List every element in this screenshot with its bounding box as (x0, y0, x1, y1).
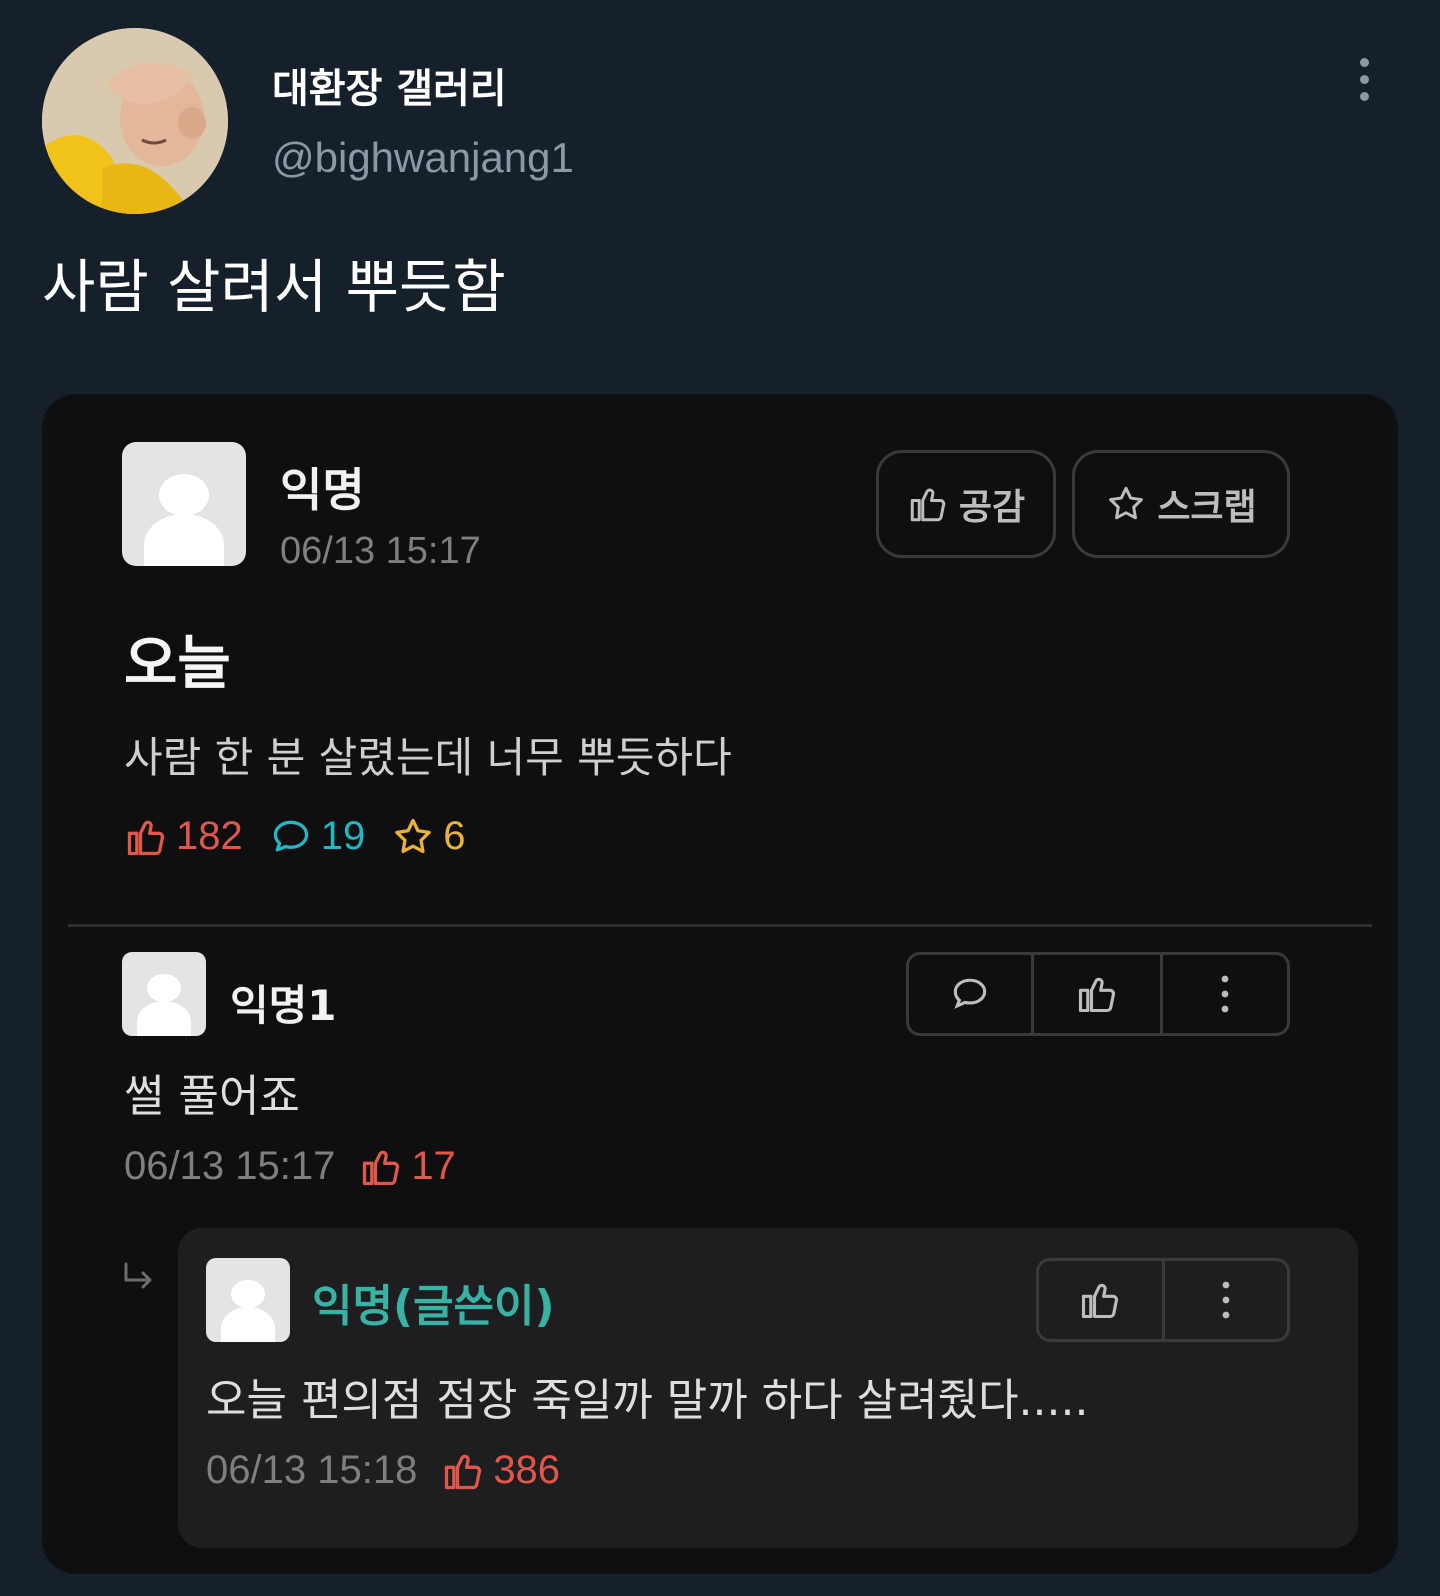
reply-meta: 06/13 15:18 386 (206, 1448, 560, 1493)
comment-date: 06/13 15:17 (124, 1144, 336, 1188)
comment-action-bar (906, 952, 1290, 1036)
tweet-text: 사람 살려서 뿌듯함 (42, 253, 506, 321)
more-vertical-icon[interactable] (1352, 58, 1376, 108)
like-button-label: 공감 (958, 487, 1026, 528)
reply-author-avatar (206, 1258, 290, 1342)
reply-author: 익명(글쓴이) (312, 1281, 555, 1332)
star-icon (395, 818, 432, 853)
thumbs-up-icon (445, 1454, 482, 1489)
user-handle[interactable]: @bighwanjang1 (272, 134, 574, 182)
reply-action-bar (1036, 1258, 1290, 1342)
reply-comment: 익명(글쓴이) 오늘 편의점 점장 죽일까 말까 하다 살려줬다..... 06… (178, 1228, 1358, 1548)
reply-like-button[interactable] (1039, 1261, 1162, 1339)
post-date: 06/13 15:17 (280, 530, 481, 572)
comment-more-button[interactable] (1160, 955, 1287, 1033)
embedded-post-card[interactable]: 익명 06/13 15:17 공감 스크랩 오늘 사람 한 분 살렸는데 너무 … (42, 394, 1398, 1574)
speech-bubble-icon (273, 820, 308, 851)
post-title: 오늘 (124, 629, 231, 697)
reply-arrow-icon (124, 1262, 152, 1289)
speech-bubble-icon (953, 978, 987, 1009)
comment-like-count: 17 (411, 1144, 456, 1188)
comment-count: 19 (320, 814, 366, 858)
comment-like-button[interactable] (1031, 955, 1160, 1033)
thumbs-up-icon (1082, 1283, 1119, 1319)
reply-more-button[interactable] (1161, 1261, 1288, 1339)
display-name[interactable]: 대환장 갤러리 (272, 56, 507, 114)
comment-author-avatar (122, 952, 206, 1036)
thumbs-up-icon (1078, 977, 1116, 1013)
like-count: 182 (176, 814, 243, 858)
reply-text: 오늘 편의점 점장 죽일까 말까 하다 살려줬다..... (206, 1375, 1089, 1426)
more-vertical-icon (1222, 1281, 1230, 1319)
scrap-count: 6 (443, 814, 466, 858)
post-body: 사람 한 분 살렸는데 너무 뿌듯하다 (124, 733, 732, 782)
scrap-button[interactable]: 스크랩 (1072, 450, 1290, 558)
comment-author: 익명1 (230, 981, 337, 1030)
reply-date: 06/13 15:18 (206, 1448, 418, 1492)
profile-avatar[interactable] (42, 28, 228, 214)
star-icon (1109, 486, 1144, 520)
thumbs-up-icon (127, 820, 165, 855)
thumbs-up-icon (910, 488, 946, 522)
like-button[interactable]: 공감 (876, 450, 1056, 558)
reply-like-count: 386 (493, 1448, 561, 1492)
divider (68, 924, 1372, 927)
post-author-avatar (122, 442, 246, 566)
post-author: 익명 (280, 463, 365, 517)
comment-meta: 06/13 15:17 17 (124, 1144, 456, 1189)
avatar-image (42, 28, 228, 214)
more-vertical-icon (1221, 975, 1229, 1013)
comment-text: 썰 풀어죠 (124, 1071, 300, 1122)
post-stats: 182 19 6 (124, 814, 492, 859)
scrap-button-label: 스크랩 (1157, 487, 1257, 528)
thumbs-up-icon (363, 1150, 400, 1185)
comment-reply-button[interactable] (909, 955, 1031, 1033)
